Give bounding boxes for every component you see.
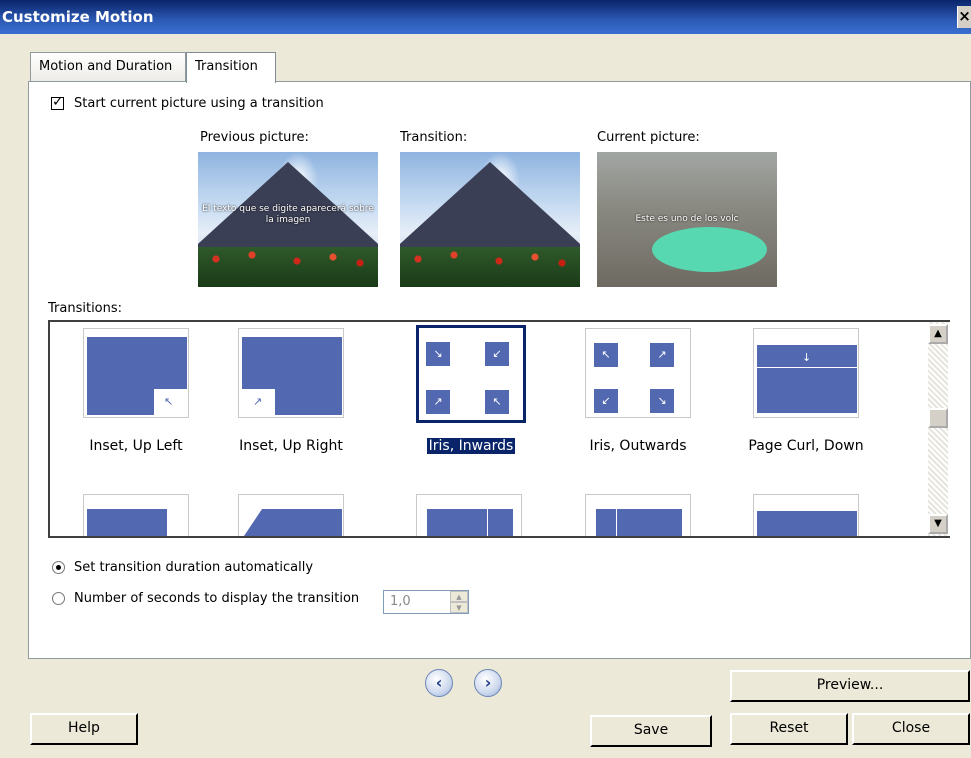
iris-inwards-arrow: ↙ (485, 342, 509, 366)
transition-label-iris-outwards: Iris, Outwards (589, 438, 687, 454)
seconds-stepper[interactable]: 1,0 ▲ ▼ (383, 590, 469, 614)
next-picture-button[interactable]: › (474, 669, 502, 697)
transitions-label: Transitions: (48, 301, 123, 316)
transition-thumb-row2-4[interactable] (585, 494, 691, 536)
transition-preview-label: Transition: (400, 130, 468, 145)
transitions-scrollbar[interactable]: ▲ ▼ (928, 322, 948, 536)
tab-motion-and-duration[interactable]: Motion and Duration (30, 52, 186, 82)
start-transition-checkbox[interactable] (51, 94, 64, 110)
iris-inwards-arrow: ↖ (485, 390, 509, 414)
arrow-up-left-icon: ↖ (164, 395, 174, 408)
title-bar: Customize Motion × (0, 0, 971, 34)
transition-thumb-iris-outwards[interactable]: ↖ ↗ ↙ ↘ (585, 328, 691, 418)
tab-transition[interactable]: Transition (186, 52, 276, 83)
arrow-down-icon: ↓ (802, 351, 812, 364)
iris-outwards-icon: ↖ (594, 343, 618, 367)
previous-picture-label: Previous picture: (200, 130, 309, 145)
close-window-button[interactable]: × (957, 6, 971, 28)
start-transition-label: Start current picture using a transition (74, 96, 324, 111)
previous-picture-thumbnail: El texto que se digite aparecerá sobre l… (198, 152, 378, 287)
transition-thumb-iris-inwards[interactable]: ↘ ↙ ↗ ↖ (416, 325, 526, 423)
transitions-gallery[interactable]: ↖ ↗ ↘ ↙ ↗ ↖ ↖ ↗ ↙ ↘ ↓ Inset, Up Left Ins… (48, 320, 950, 538)
scroll-up-button[interactable]: ▲ (928, 324, 948, 344)
spin-down-button[interactable]: ▼ (450, 602, 468, 613)
close-button[interactable]: Close (852, 713, 970, 745)
transition-thumb-row2-5[interactable] (753, 494, 859, 536)
transition-preview-thumbnail (400, 152, 580, 287)
help-button[interactable]: Help (30, 713, 138, 745)
transition-label-inset-up-right: Inset, Up Right (239, 438, 343, 454)
current-picture-thumbnail: Este es uno de los volc (597, 152, 777, 287)
transition-label-inset-up-left: Inset, Up Left (89, 438, 183, 454)
window-title: Customize Motion (2, 8, 154, 26)
scroll-thumb[interactable] (928, 408, 948, 428)
transition-thumb-inset-up-left[interactable]: ↖ (83, 328, 189, 418)
previous-picture-caption: El texto que se digite aparecerá sobre l… (202, 204, 374, 225)
current-picture-caption: Este es uno de los volc (635, 214, 739, 224)
iris-inwards-icon: ↘ (426, 342, 450, 366)
transition-thumb-row2-3[interactable] (416, 494, 522, 536)
transition-thumb-row2-1[interactable] (83, 494, 189, 536)
current-picture-label: Current picture: (597, 130, 700, 145)
preview-button[interactable]: Preview... (730, 670, 970, 702)
seconds-value: 1,0 (390, 594, 411, 609)
transition-thumb-row2-2[interactable] (238, 494, 344, 536)
iris-outwards-arrow: ↗ (650, 343, 674, 367)
manual-duration-radio[interactable] (52, 592, 65, 605)
reset-button[interactable]: Reset (730, 713, 848, 745)
scroll-down-button[interactable]: ▼ (928, 514, 948, 534)
manual-duration-label: Number of seconds to display the transit… (74, 591, 360, 606)
spin-up-button[interactable]: ▲ (450, 591, 468, 602)
iris-outwards-arrow: ↘ (650, 389, 674, 413)
auto-duration-label: Set transition duration automatically (74, 560, 314, 575)
arrow-up-right-icon: ↗ (253, 395, 263, 408)
save-button[interactable]: Save (590, 715, 712, 747)
auto-duration-radio[interactable] (52, 561, 65, 574)
transition-label-page-curl-down: Page Curl, Down (748, 438, 864, 454)
transition-label-iris-inwards: Iris, Inwards (425, 437, 517, 455)
transition-thumb-page-curl-down[interactable]: ↓ (753, 328, 859, 418)
previous-picture-button[interactable]: ‹ (425, 669, 453, 697)
iris-outwards-arrow: ↙ (594, 389, 618, 413)
transition-thumb-inset-up-right[interactable]: ↗ (238, 328, 344, 418)
iris-inwards-arrow: ↗ (426, 390, 450, 414)
